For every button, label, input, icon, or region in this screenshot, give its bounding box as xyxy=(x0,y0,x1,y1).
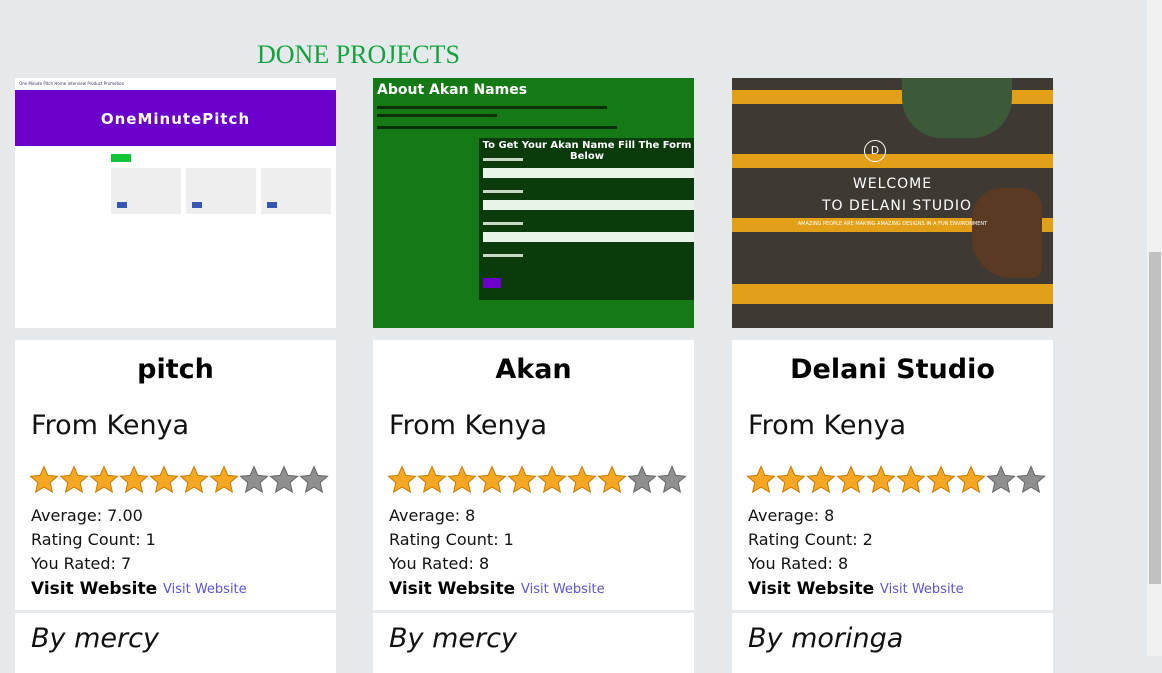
user-rating: You Rated: 7 xyxy=(31,554,132,573)
thumb-tagline: AMAZING PEOPLE ARE MAKING AMAZING DESIGN… xyxy=(797,221,988,227)
star-filled-icon[interactable] xyxy=(149,465,179,495)
project-author: By moringa xyxy=(748,623,904,654)
project-author: By mercy xyxy=(31,623,159,654)
project-details: Akan From Kenya Average: 8 Rating Count:… xyxy=(373,340,694,610)
star-empty-icon[interactable] xyxy=(299,465,329,495)
thumb-submit xyxy=(483,278,501,288)
project-screenshot[interactable]: One Minute Pitch Home Interview Product … xyxy=(15,78,336,328)
section-title: DONE PROJECTS xyxy=(257,40,460,69)
thumb-logo: D xyxy=(864,140,886,162)
star-empty-icon[interactable] xyxy=(627,465,657,495)
user-rating: You Rated: 8 xyxy=(748,554,849,573)
project-origin: From Kenya xyxy=(389,410,548,441)
star-empty-icon[interactable] xyxy=(657,465,687,495)
star-filled-icon[interactable] xyxy=(806,465,836,495)
page-scrollbar[interactable] xyxy=(1147,0,1162,656)
visit-website-label: Visit Website xyxy=(389,579,516,599)
thumb-stair-stripe xyxy=(732,284,1053,304)
star-filled-icon[interactable] xyxy=(59,465,89,495)
project-footer: By moringa xyxy=(732,613,1053,673)
star-filled-icon[interactable] xyxy=(956,465,986,495)
project-origin: From Kenya xyxy=(31,410,190,441)
average-rating: Average: 8 xyxy=(389,506,476,525)
project-details: pitch From Kenya Average: 7.00 Rating Co… xyxy=(15,340,336,610)
thumb-heading: About Akan Names xyxy=(377,82,528,98)
star-filled-icon[interactable] xyxy=(417,465,447,495)
star-empty-icon[interactable] xyxy=(1016,465,1046,495)
visit-website-label: Visit Website xyxy=(31,579,158,599)
thumb-green-button xyxy=(111,154,131,162)
star-filled-icon[interactable] xyxy=(597,465,627,495)
project-origin: From Kenya xyxy=(748,410,907,441)
project-screenshot[interactable]: About Akan Names To Get Your Akan Name F… xyxy=(373,78,694,328)
thumb-input xyxy=(483,232,694,242)
star-filled-icon[interactable] xyxy=(387,465,417,495)
thumb-studio: TO DELANI STUDIO xyxy=(822,198,973,214)
star-empty-icon[interactable] xyxy=(269,465,299,495)
thumb-card xyxy=(261,168,331,214)
star-filled-icon[interactable] xyxy=(746,465,776,495)
project-footer: By mercy xyxy=(373,613,694,673)
star-filled-icon[interactable] xyxy=(447,465,477,495)
thumb-shoe xyxy=(972,188,1042,278)
star-filled-icon[interactable] xyxy=(477,465,507,495)
project-card-pitch: One Minute Pitch Home Interview Product … xyxy=(15,78,336,673)
scrollbar-thumb[interactable] xyxy=(1149,252,1161,584)
project-title: Akan xyxy=(495,354,572,385)
thumb-banner-title: OneMinutePitch xyxy=(100,110,251,128)
thumb-card xyxy=(186,168,256,214)
thumb-text-line xyxy=(377,126,617,129)
thumb-form: To Get Your Akan Name Fill The Form Belo… xyxy=(479,138,694,300)
thumb-label xyxy=(483,254,523,257)
star-filled-icon[interactable] xyxy=(896,465,926,495)
visit-website-label: Visit Website xyxy=(748,579,875,599)
project-card-delani: D WELCOME TO DELANI STUDIO AMAZING PEOPL… xyxy=(732,78,1053,673)
average-rating: Average: 7.00 xyxy=(31,506,143,525)
thumb-text-line xyxy=(377,114,497,117)
thumb-text-line xyxy=(377,106,607,109)
star-filled-icon[interactable] xyxy=(866,465,896,495)
star-empty-icon[interactable] xyxy=(986,465,1016,495)
project-footer: By mercy xyxy=(15,613,336,673)
project-author: By mercy xyxy=(389,623,517,654)
thumb-input xyxy=(483,168,694,178)
project-title: Delani Studio xyxy=(790,354,995,385)
project-screenshot[interactable]: D WELCOME TO DELANI STUDIO AMAZING PEOPL… xyxy=(732,78,1053,328)
rating-count: Rating Count: 2 xyxy=(748,530,873,549)
visit-website-link[interactable]: Visit Website xyxy=(163,582,247,597)
thumb-nav: One Minute Pitch Home Interview Product … xyxy=(15,78,336,90)
thumb-input xyxy=(483,200,694,210)
thumb-label xyxy=(483,158,523,161)
rating-count: Rating Count: 1 xyxy=(31,530,156,549)
thumb-welcome: WELCOME xyxy=(852,176,933,192)
thumb-stair-stripe xyxy=(732,154,1053,168)
visit-website-link[interactable]: Visit Website xyxy=(521,582,605,597)
star-rating[interactable] xyxy=(387,465,687,495)
star-filled-icon[interactable] xyxy=(89,465,119,495)
star-filled-icon[interactable] xyxy=(209,465,239,495)
star-filled-icon[interactable] xyxy=(836,465,866,495)
star-filled-icon[interactable] xyxy=(926,465,956,495)
star-rating[interactable] xyxy=(746,465,1046,495)
project-title: pitch xyxy=(137,354,214,385)
star-filled-icon[interactable] xyxy=(179,465,209,495)
thumb-card xyxy=(111,168,181,214)
star-filled-icon[interactable] xyxy=(119,465,149,495)
star-filled-icon[interactable] xyxy=(537,465,567,495)
visit-website-link[interactable]: Visit Website xyxy=(880,582,964,597)
star-filled-icon[interactable] xyxy=(507,465,537,495)
user-rating: You Rated: 8 xyxy=(389,554,490,573)
thumb-leg xyxy=(902,78,1012,138)
rating-count: Rating Count: 1 xyxy=(389,530,514,549)
average-rating: Average: 8 xyxy=(748,506,835,525)
star-filled-icon[interactable] xyxy=(567,465,597,495)
project-details: Delani Studio From Kenya Average: 8 Rati… xyxy=(732,340,1053,610)
star-filled-icon[interactable] xyxy=(776,465,806,495)
thumb-label xyxy=(483,190,523,193)
star-rating[interactable] xyxy=(29,465,329,495)
project-card-akan: About Akan Names To Get Your Akan Name F… xyxy=(373,78,694,673)
star-empty-icon[interactable] xyxy=(239,465,269,495)
thumb-label xyxy=(483,222,523,225)
star-filled-icon[interactable] xyxy=(29,465,59,495)
